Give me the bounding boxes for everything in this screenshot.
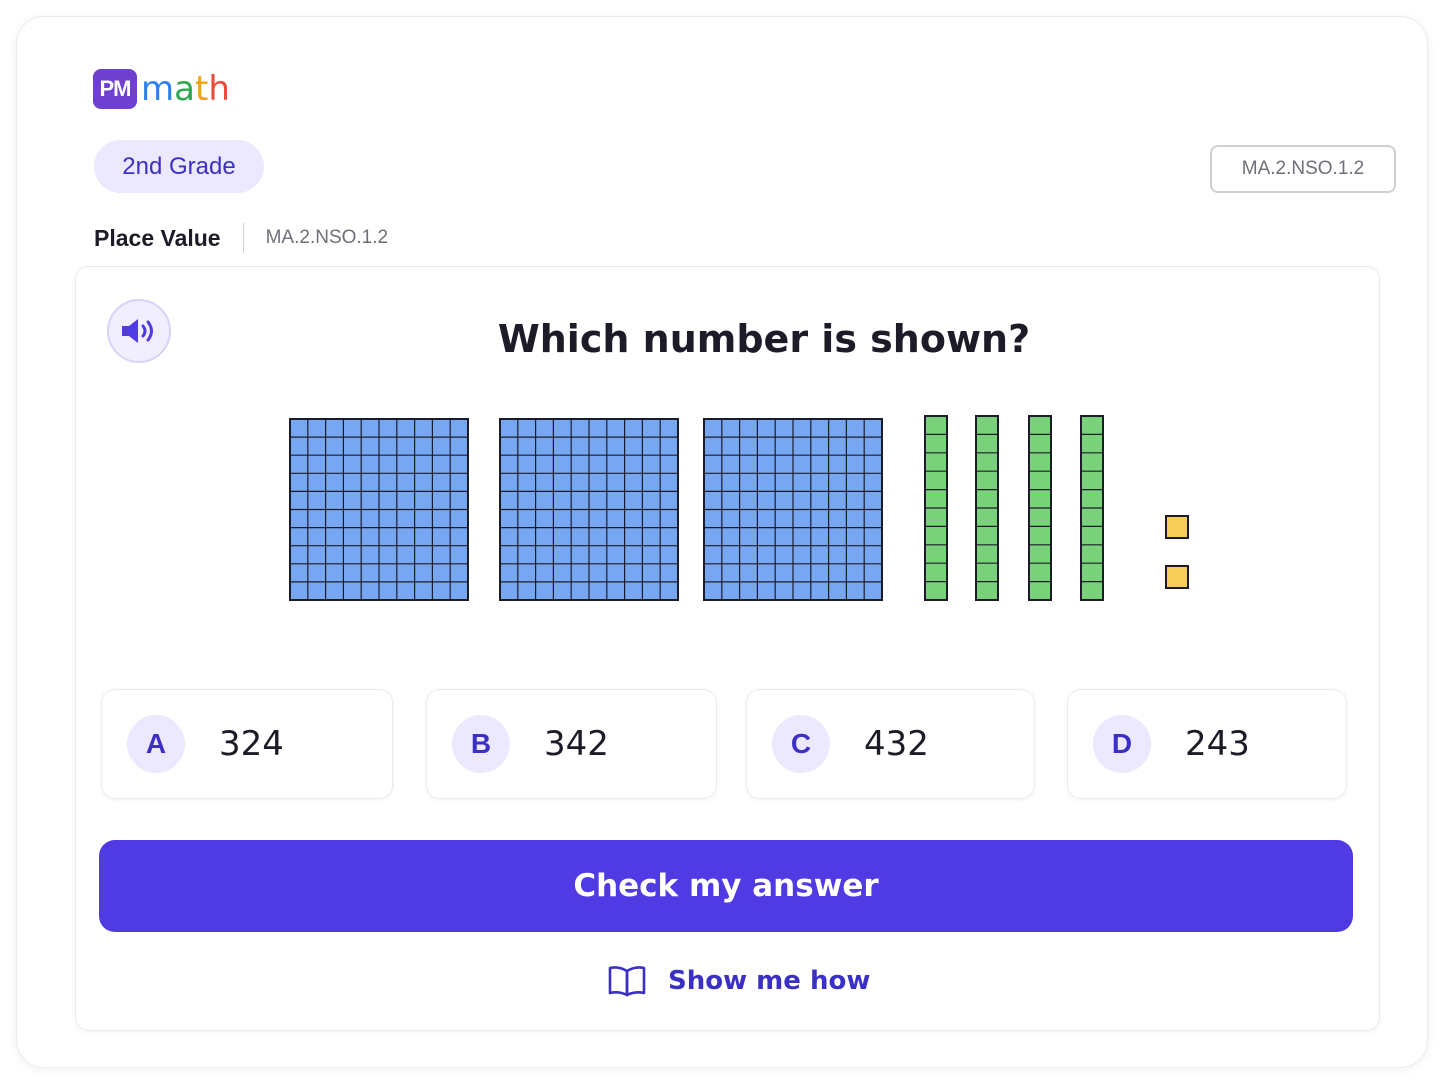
option-letter: D <box>1093 715 1151 773</box>
base-ten-blocks <box>289 415 1189 601</box>
grade-badge: 2nd Grade <box>94 140 264 193</box>
option-letter: C <box>772 715 830 773</box>
option-value: 324 <box>219 724 284 764</box>
option-value: 432 <box>864 724 929 764</box>
topic-divider <box>242 223 244 253</box>
check-answer-button[interactable]: Check my answer <box>99 840 1353 932</box>
logo-letter: a <box>174 69 195 109</box>
answer-option-a[interactable]: A 324 <box>101 689 393 799</box>
answer-option-c[interactable]: C 432 <box>746 689 1035 799</box>
option-value: 342 <box>544 724 609 764</box>
show-me-how-link[interactable]: Show me how <box>608 961 870 1001</box>
logo-letter: t <box>194 69 209 109</box>
option-letter: B <box>452 715 510 773</box>
standard-badge: MA.2.NSO.1.2 <box>1210 145 1396 193</box>
ones-cube <box>1165 565 1189 589</box>
show-me-how-label: Show me how <box>668 966 871 996</box>
book-icon <box>608 966 646 997</box>
logo-letter: h <box>208 69 230 109</box>
option-value: 243 <box>1185 724 1250 764</box>
topic-row: Place Value MA.2.NSO.1.2 <box>94 222 388 254</box>
answer-option-b[interactable]: B 342 <box>426 689 717 799</box>
logo-word: math <box>141 72 230 106</box>
logo-badge: PM <box>93 69 137 109</box>
topic-label: Place Value <box>94 224 221 251</box>
ones-cube <box>1165 515 1189 539</box>
question-card: Which number is shown? A 324 B 342 C 432… <box>75 266 1380 1031</box>
brand-logo: PM math <box>93 69 230 109</box>
answer-option-d[interactable]: D 243 <box>1067 689 1347 799</box>
option-letter: A <box>127 715 185 773</box>
topic-code: MA.2.NSO.1.2 <box>265 227 389 248</box>
logo-letter: m <box>141 69 175 109</box>
